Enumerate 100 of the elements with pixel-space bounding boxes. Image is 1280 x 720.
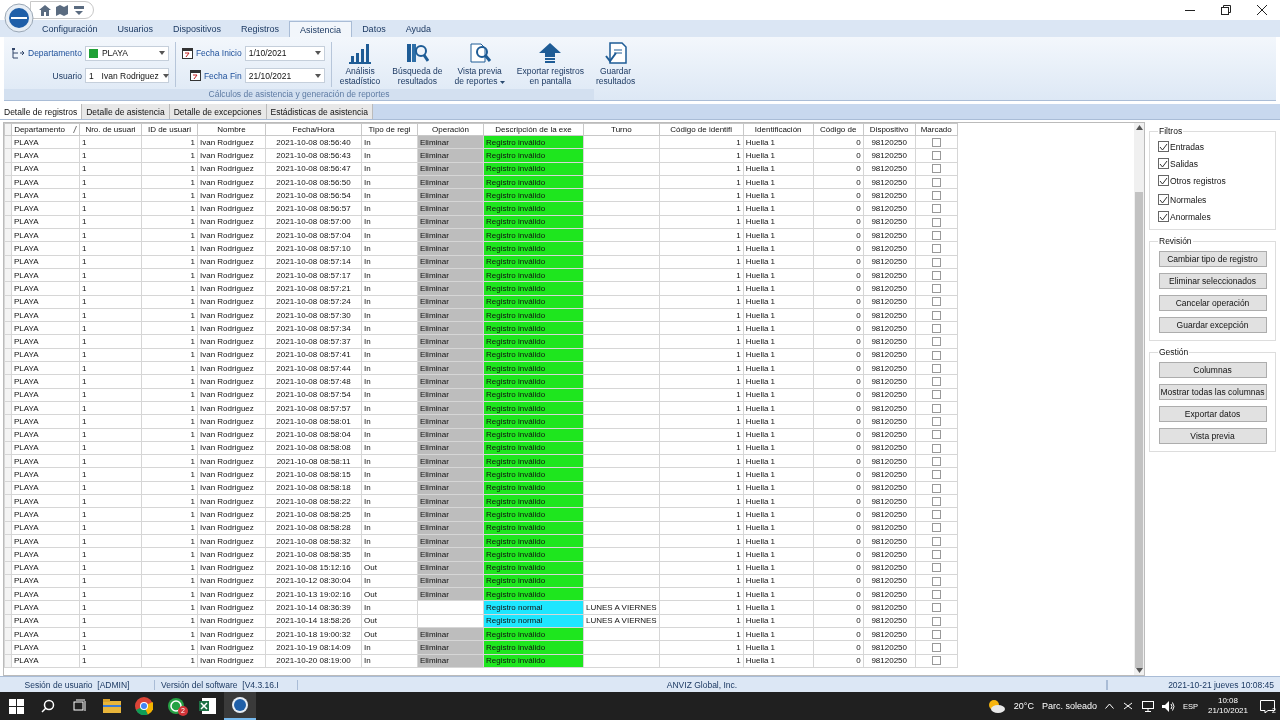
app-icon[interactable] <box>224 692 256 720</box>
checkbox[interactable] <box>931 350 941 360</box>
checkbox[interactable] <box>931 629 941 639</box>
checkbox[interactable] <box>931 576 941 586</box>
menu-tab[interactable]: Dispositivos <box>163 21 232 37</box>
checkbox[interactable] <box>931 563 941 573</box>
column-header[interactable]: Departamento <box>11 123 80 136</box>
action-button[interactable]: Exportar datos <box>1158 406 1267 422</box>
ribbon-button[interactable]: Vista previa de reportes <box>450 40 509 88</box>
checkbox[interactable] <box>931 244 941 254</box>
chevron-up-icon[interactable] <box>1104 703 1114 709</box>
menu-tab[interactable]: Asistencia <box>289 21 353 37</box>
column-header[interactable]: Código de <box>813 123 864 136</box>
checkbox[interactable] <box>931 616 941 626</box>
ribbon-button[interactable]: Exportar registros en pantalla <box>512 40 588 88</box>
checkbox[interactable] <box>931 164 941 174</box>
checkbox[interactable] <box>931 456 941 466</box>
column-header[interactable]: Identificación <box>743 123 814 136</box>
view-tab[interactable]: Detalle de asistencia <box>82 104 170 119</box>
checkbox[interactable] <box>931 297 941 307</box>
checkbox-label[interactable]: Anormales <box>1170 211 1211 222</box>
checkbox[interactable] <box>1158 158 1169 169</box>
checkbox[interactable] <box>1158 194 1169 205</box>
clock[interactable]: 10:08 21/10/2021 <box>1207 696 1248 716</box>
column-header[interactable]: Operación <box>417 123 484 136</box>
checkbox[interactable] <box>931 324 941 333</box>
checkbox[interactable] <box>931 191 941 201</box>
checkbox[interactable] <box>931 151 941 161</box>
date-field[interactable]: 1/10/2021 <box>244 45 325 61</box>
date-field[interactable]: 21/10/2021 <box>244 68 325 84</box>
checkbox[interactable] <box>931 284 941 294</box>
checkbox[interactable] <box>931 603 941 613</box>
view-tab[interactable]: Estádisticas de asistencia <box>266 104 373 119</box>
checkbox[interactable] <box>931 523 941 533</box>
menu-tab[interactable]: Datos <box>352 21 396 37</box>
checkbox[interactable] <box>931 310 941 320</box>
column-header[interactable]: Nro. de usuari <box>79 123 142 136</box>
action-button[interactable]: Cambiar tipo de registro <box>1158 251 1267 267</box>
column-header[interactable]: Código de identifi <box>659 123 744 136</box>
checkbox[interactable] <box>931 443 941 453</box>
dropdown-field[interactable]: PLAYA <box>84 45 169 61</box>
home-icon[interactable] <box>39 4 51 16</box>
action-button[interactable]: Cancelar operación <box>1158 295 1267 311</box>
checkbox-label[interactable]: Entradas <box>1170 141 1205 152</box>
column-header[interactable]: Nombre <box>197 123 266 136</box>
menu-tab[interactable]: Configuración <box>32 21 108 37</box>
checkbox[interactable] <box>931 230 941 240</box>
checkbox[interactable] <box>931 550 941 560</box>
column-header[interactable]: Dispositivo <box>863 123 916 136</box>
ribbon-button[interactable]: Guardar resultados <box>591 40 640 88</box>
checkbox[interactable] <box>931 217 941 227</box>
action-button[interactable]: Vista previa <box>1158 428 1267 444</box>
dropdown-field[interactable]: 1 Ivan Rodriguez <box>84 68 169 84</box>
column-header[interactable]: Fecha/Hora <box>265 123 362 136</box>
action-button[interactable]: Mostrar todas las columnas <box>1158 384 1267 400</box>
checkbox-label[interactable]: Otros registros <box>1170 175 1226 186</box>
checkbox[interactable] <box>1158 141 1169 152</box>
menu-tab[interactable]: Ayuda <box>395 21 441 37</box>
dropdown-icon[interactable] <box>73 4 85 16</box>
ribbon-button[interactable]: Búsqueda de resultados <box>388 40 447 88</box>
checkbox[interactable] <box>931 417 941 427</box>
checkbox[interactable] <box>931 656 941 666</box>
view-tab[interactable]: Detalle de excepciones <box>169 104 267 119</box>
column-header[interactable]: Turno <box>583 123 660 136</box>
checkbox[interactable] <box>931 589 941 599</box>
checkbox-label[interactable]: Normales <box>1170 194 1207 205</box>
scrollbar[interactable] <box>1134 123 1144 675</box>
checkbox[interactable] <box>931 257 941 267</box>
scroll-up-icon[interactable] <box>1135 125 1143 130</box>
action-button[interactable]: Guardar excepción <box>1158 317 1267 333</box>
checkbox[interactable] <box>931 337 941 347</box>
network-icon[interactable] <box>1141 700 1154 712</box>
speaker-icon[interactable] <box>1161 700 1175 712</box>
action-button[interactable]: Columnas <box>1158 362 1267 378</box>
checkbox[interactable] <box>931 643 941 653</box>
column-header[interactable]: Tipo de regi <box>361 123 418 136</box>
checkbox[interactable] <box>931 363 941 373</box>
checkbox[interactable] <box>931 137 941 147</box>
checkbox[interactable] <box>931 204 941 214</box>
checkbox[interactable] <box>1158 175 1169 186</box>
menu-tab[interactable]: Usuarios <box>107 21 164 37</box>
ribbon-button[interactable]: Análisis estadístico <box>335 40 385 88</box>
checkbox[interactable] <box>931 536 941 546</box>
column-header[interactable]: Marcado <box>915 123 958 136</box>
checkbox[interactable] <box>931 470 941 480</box>
checkbox[interactable] <box>931 430 941 440</box>
checkbox[interactable] <box>931 496 941 506</box>
column-header[interactable]: Descripción de la exe <box>483 123 584 136</box>
menu-tab[interactable]: Registros <box>231 21 290 37</box>
checkbox[interactable] <box>1158 211 1169 222</box>
checkbox[interactable] <box>931 483 941 493</box>
action-button[interactable]: Eliminar seleccionados <box>1158 273 1267 289</box>
checkbox[interactable] <box>931 390 941 400</box>
checkbox-label[interactable]: Salidas <box>1170 158 1198 169</box>
view-tab[interactable]: Detalle de registros <box>0 104 83 119</box>
checkbox[interactable] <box>931 510 941 520</box>
checkbox[interactable] <box>931 377 941 387</box>
checkbox[interactable] <box>931 177 941 187</box>
checkbox[interactable] <box>931 403 941 413</box>
column-header[interactable]: ID de usuari <box>141 123 198 136</box>
